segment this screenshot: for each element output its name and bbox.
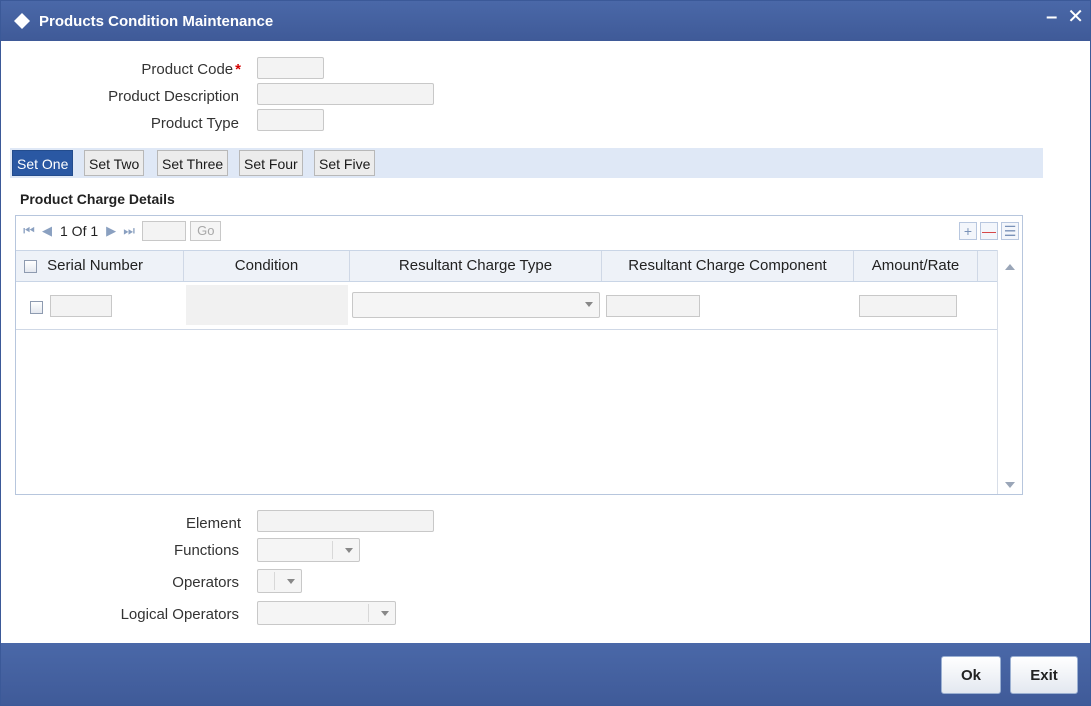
product-code-field[interactable] — [257, 57, 324, 79]
column-amount-rate[interactable]: Amount/Rate — [854, 251, 978, 281]
go-button[interactable]: Go — [190, 221, 222, 241]
product-type-input[interactable] — [258, 110, 323, 130]
select-divider — [368, 604, 369, 622]
serial-number-cell[interactable] — [50, 295, 112, 317]
prev-page-icon[interactable]: ◀ — [40, 223, 54, 239]
logical-operators-label: Logical Operators — [120, 606, 239, 623]
diamond-icon — [14, 13, 30, 29]
product-description-input[interactable] — [258, 84, 433, 104]
tab-set-three[interactable]: Set Three — [157, 150, 229, 176]
window-controls: – ✕ — [1046, 7, 1084, 27]
tab-set-four[interactable]: Set Four — [239, 150, 303, 176]
column-serial-number-label: Serial Number — [47, 257, 144, 274]
tab-set-two[interactable]: Set Two — [84, 150, 145, 176]
chevron-down-icon — [381, 611, 389, 616]
page-indicator: 1 Of 1 — [60, 223, 99, 239]
scroll-down-icon[interactable] — [1005, 482, 1015, 488]
column-serial-number[interactable]: Serial Number — [16, 251, 184, 281]
column-resultant-charge-type[interactable]: Resultant Charge Type — [350, 251, 602, 281]
grid-header: Serial Number Condition Resultant Charge… — [16, 250, 1022, 282]
functions-select[interactable] — [257, 538, 360, 562]
product-code-label-text: Product Code — [141, 61, 234, 78]
condition-cell[interactable] — [186, 285, 348, 325]
chevron-down-icon — [287, 579, 295, 584]
footer-bar — [1, 643, 1090, 705]
charge-details-grid: ⏮ ◀ 1 Of 1 ▶ ⏭ Go + — ☰ Serial Number Co… — [15, 215, 1023, 495]
column-condition[interactable]: Condition — [184, 251, 350, 281]
element-label: Element — [185, 515, 241, 532]
row-checkbox[interactable] — [30, 301, 43, 314]
last-page-icon[interactable]: ⏭ — [122, 223, 136, 239]
logical-operators-select[interactable] — [257, 601, 396, 625]
resultant-charge-component-cell[interactable] — [606, 295, 700, 317]
select-divider — [332, 541, 333, 559]
grid-scrollbar[interactable] — [997, 250, 1022, 494]
element-input[interactable] — [258, 511, 433, 531]
tab-bar: Set One Set Two Set Three Set Four Set F… — [10, 148, 1043, 178]
operators-label: Operators — [172, 574, 239, 591]
exit-button[interactable]: Exit — [1010, 656, 1078, 694]
functions-label: Functions — [173, 542, 239, 559]
product-description-field[interactable] — [257, 83, 434, 105]
scroll-up-icon[interactable] — [1005, 264, 1015, 270]
close-icon[interactable]: ✕ — [1067, 7, 1084, 27]
add-row-icon[interactable]: + — [959, 222, 977, 240]
product-code-label: Product Code * — [41, 61, 241, 78]
title-bar[interactable]: Products Condition Maintenance – ✕ — [1, 1, 1090, 41]
first-page-icon[interactable]: ⏮ — [22, 223, 36, 239]
product-code-input[interactable] — [258, 58, 323, 78]
pager: ⏮ ◀ 1 Of 1 ▶ ⏭ Go — [16, 216, 1022, 246]
chevron-down-icon — [585, 302, 593, 307]
resultant-charge-type-select[interactable] — [352, 292, 600, 318]
product-type-field[interactable] — [257, 109, 324, 131]
chevron-down-icon — [345, 548, 353, 553]
operators-select[interactable] — [257, 569, 302, 593]
select-divider — [274, 572, 275, 590]
section-title: Product Charge Details — [20, 191, 175, 207]
list-view-icon[interactable]: ☰ — [1001, 222, 1019, 240]
select-all-checkbox[interactable] — [24, 259, 37, 273]
ok-button[interactable]: Ok — [941, 656, 1001, 694]
window-title: Products Condition Maintenance — [39, 12, 274, 30]
minimize-icon[interactable]: – — [1046, 7, 1057, 27]
element-field[interactable] — [257, 510, 434, 532]
delete-row-icon[interactable]: — — [980, 222, 998, 240]
grid-tools: + — ☰ — [959, 222, 1019, 240]
table-row — [16, 282, 1022, 330]
page-number-input[interactable] — [142, 221, 187, 241]
product-description-label: Product Description — [108, 88, 239, 105]
column-resultant-charge-component[interactable]: Resultant Charge Component — [602, 251, 854, 281]
product-type-label: Product Type — [150, 115, 239, 132]
products-condition-window: Products Condition Maintenance – ✕ Produ… — [0, 0, 1091, 706]
tab-set-one[interactable]: Set One — [12, 150, 74, 176]
tab-set-five[interactable]: Set Five — [314, 150, 376, 176]
next-page-icon[interactable]: ▶ — [104, 223, 118, 239]
amount-rate-cell[interactable] — [859, 295, 957, 317]
required-marker: * — [235, 61, 241, 78]
